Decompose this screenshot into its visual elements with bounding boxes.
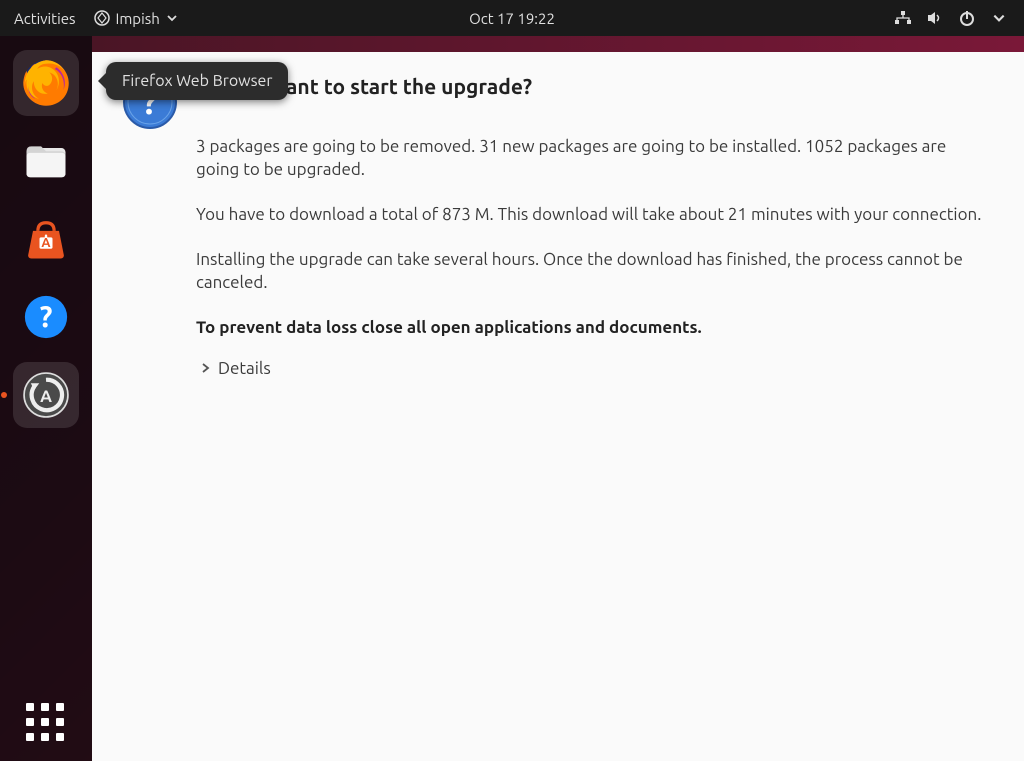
show-applications-button[interactable] <box>26 703 66 743</box>
system-tray <box>894 9 1024 27</box>
details-label: Details <box>218 358 271 381</box>
dialog-paragraph-1: 3 packages are going to be removed. 31 n… <box>196 136 984 182</box>
dialog-warning: To prevent data loss close all open appl… <box>196 317 984 340</box>
dock-running-indicator <box>1 392 7 398</box>
svg-text:A: A <box>41 236 51 250</box>
svg-text:A: A <box>40 387 52 406</box>
volume-icon[interactable] <box>926 9 944 27</box>
svg-text:?: ? <box>40 300 53 333</box>
chevron-down-icon <box>166 10 178 27</box>
app-menu-label: Impish <box>116 10 160 27</box>
network-icon[interactable] <box>894 9 912 27</box>
dialog-paragraph-2: You have to download a total of 873 M. T… <box>196 204 984 227</box>
dialog-title: Do you want to start the upgrade? <box>196 72 984 100</box>
top-bar: Activities Impish Oct 17 19:22 <box>0 0 1024 36</box>
dialog-body: ? Do you want to start the upgrade? 3 pa… <box>92 48 1024 761</box>
app-menu-button[interactable]: Impish <box>94 10 178 27</box>
dialog-content: Do you want to start the upgrade? 3 pack… <box>196 72 994 741</box>
dock: A ? A <box>0 36 92 761</box>
dock-item-firefox[interactable] <box>13 50 79 116</box>
dock-item-software[interactable]: A <box>13 206 79 272</box>
chevron-down-icon[interactable] <box>990 9 1008 27</box>
details-expander[interactable]: Details <box>200 358 984 381</box>
dock-item-software-updater[interactable]: A <box>13 362 79 428</box>
top-bar-left: Activities Impish <box>0 10 178 27</box>
dock-tooltip: Firefox Web Browser <box>106 62 288 100</box>
dock-item-files[interactable] <box>13 128 79 194</box>
activities-button[interactable]: Activities <box>14 10 76 27</box>
dialog-paragraph-3: Installing the upgrade can take several … <box>196 249 984 295</box>
chevron-right-icon <box>200 359 212 381</box>
app-menu-icon <box>94 10 110 26</box>
tooltip-text: Firefox Web Browser <box>122 72 272 90</box>
dock-item-help[interactable]: ? <box>13 284 79 350</box>
upgrade-dialog: ? Do you want to start the upgrade? 3 pa… <box>92 48 1024 761</box>
clock[interactable]: Oct 17 19:22 <box>469 10 555 27</box>
window-titlebar-bg <box>92 36 1024 52</box>
power-icon[interactable] <box>958 9 976 27</box>
